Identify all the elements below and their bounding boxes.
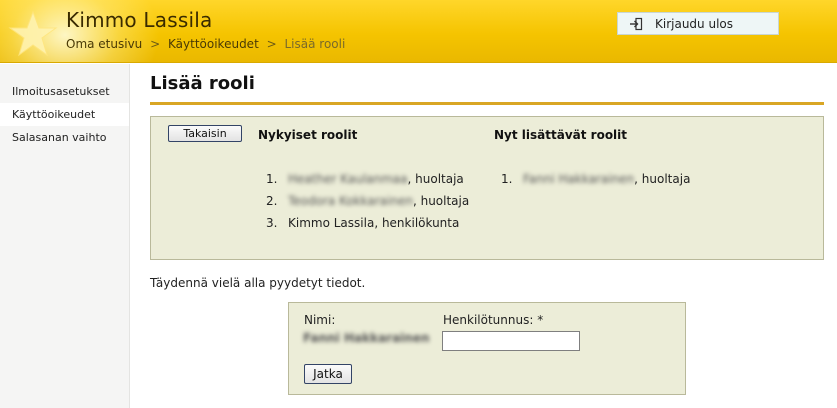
breadcrumb-permissions-link[interactable]: Käyttöoikeudet bbox=[168, 37, 259, 51]
breadcrumb-home-link[interactable]: Oma etusivu bbox=[66, 37, 142, 51]
list-item: 1. Heather Kaulanmaa, huoltaja bbox=[266, 172, 464, 186]
breadcrumb-separator: > bbox=[266, 37, 277, 51]
breadcrumb-separator: > bbox=[150, 37, 161, 51]
current-roles-heading: Nykyiset roolit bbox=[258, 128, 358, 142]
roles-panel: Takaisin Nykyiset roolit Nyt lisättävät … bbox=[150, 116, 824, 260]
redacted-name: Fanni Hakkarainen bbox=[523, 172, 635, 186]
ssn-label: Henkilötunnus: * bbox=[443, 313, 544, 327]
app-title: Kimmo Lassila bbox=[66, 8, 213, 32]
name-value: Fanni Hakkarainen bbox=[303, 331, 430, 345]
continue-button[interactable]: Jatka bbox=[304, 364, 352, 384]
role-holder-name: Kimmo Lassila bbox=[288, 216, 375, 230]
page-title: Lisää rooli bbox=[150, 73, 255, 94]
sidebar-item-notification-settings[interactable]: Ilmoitusasetukset bbox=[0, 80, 129, 103]
back-button[interactable]: Takaisin bbox=[168, 125, 242, 142]
title-divider bbox=[150, 102, 824, 105]
name-label: Nimi: bbox=[304, 313, 336, 327]
list-item: 2. Teodora Kokkarainen, huoltaja bbox=[266, 194, 470, 208]
logout-icon bbox=[630, 17, 643, 30]
instruction-text: Täydennä vielä alla pyydetyt tiedot. bbox=[150, 276, 366, 290]
breadcrumb-current: Lisää rooli bbox=[284, 37, 346, 51]
new-roles-list: 1. Fanni Hakkarainen, huoltaja bbox=[501, 168, 690, 190]
star-logo-icon bbox=[8, 10, 58, 57]
redacted-name: Heather Kaulanmaa bbox=[288, 172, 408, 186]
sidebar: Ilmoitusasetukset Käyttöoikeudet Salasan… bbox=[0, 64, 130, 408]
sidebar-item-permissions[interactable]: Käyttöoikeudet bbox=[0, 103, 129, 126]
redacted-name: Teodora Kokkarainen bbox=[288, 194, 413, 208]
ssn-input[interactable] bbox=[442, 331, 580, 351]
sidebar-item-change-password[interactable]: Salasanan vaihto bbox=[0, 126, 129, 149]
list-item: 3. Kimmo Lassila, henkilökunta bbox=[266, 216, 460, 230]
breadcrumb: Oma etusivu > Käyttöoikeudet > Lisää roo… bbox=[66, 37, 345, 51]
app-header: Kimmo Lassila Oma etusivu > Käyttöoikeud… bbox=[0, 0, 837, 63]
logout-label: Kirjaudu ulos bbox=[655, 16, 733, 31]
details-form: Nimi: Henkilötunnus: * Fanni Hakkarainen… bbox=[288, 302, 686, 395]
logout-button[interactable]: Kirjaudu ulos bbox=[617, 12, 779, 35]
new-roles-heading: Nyt lisättävät roolit bbox=[494, 128, 628, 142]
current-roles-list: 1. Heather Kaulanmaa, huoltaja 2. Teodora … bbox=[266, 168, 469, 234]
list-item: 1. Fanni Hakkarainen, huoltaja bbox=[501, 172, 691, 186]
